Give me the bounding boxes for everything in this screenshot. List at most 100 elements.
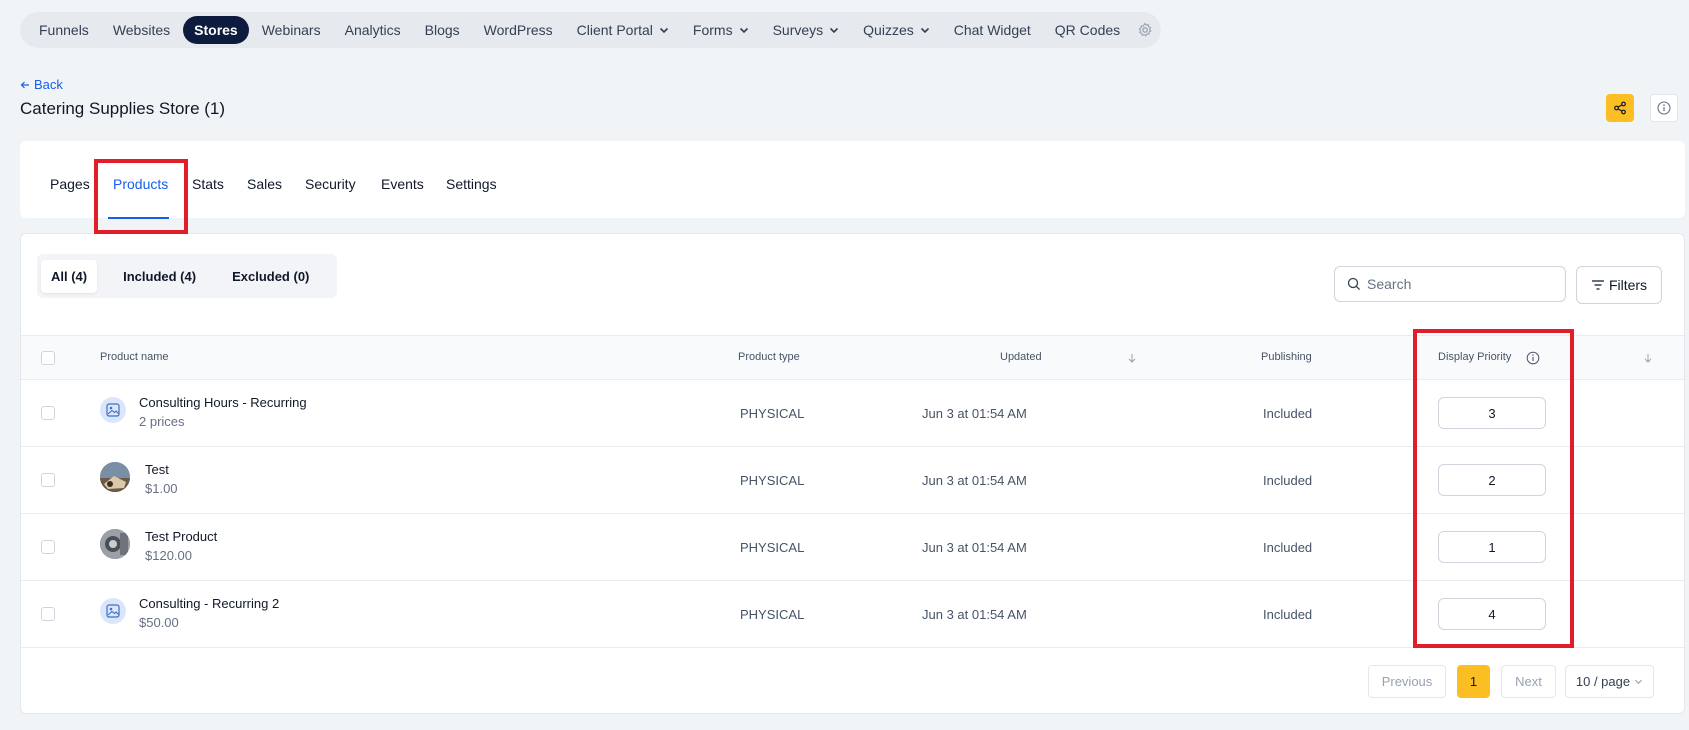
nav-surveys[interactable]: Surveys (762, 16, 851, 44)
product-thumbnail (100, 529, 130, 559)
publishing-status: Included (1263, 473, 1313, 488)
previous-page-button[interactable]: Previous (1368, 665, 1446, 698)
active-tab-indicator (108, 217, 169, 219)
arrow-left-icon (20, 81, 29, 88)
nav-websites[interactable]: Websites (102, 16, 181, 44)
publishing-status: Included (1263, 406, 1313, 421)
page-size-select[interactable]: 10 / page (1565, 665, 1654, 698)
nav-analytics[interactable]: Analytics (334, 16, 412, 44)
tab-sales[interactable]: Sales (247, 176, 282, 192)
share-button[interactable] (1606, 94, 1634, 122)
info-button[interactable] (1650, 94, 1678, 122)
segment-included[interactable]: Included (4) (113, 260, 206, 293)
nav-chat-widget[interactable]: Chat Widget (943, 16, 1042, 44)
product-thumbnail (100, 397, 126, 423)
page-size-label: 10 / page (1575, 674, 1631, 689)
segment-all[interactable]: All (4) (41, 259, 98, 293)
nav-blogs[interactable]: Blogs (414, 16, 471, 44)
display-priority-input[interactable] (1438, 598, 1546, 630)
table-row[interactable]: Consulting Hours - Recurring 2 prices PH… (21, 380, 1684, 447)
search-icon (1347, 277, 1361, 291)
product-subtitle: $1.00 (145, 481, 178, 496)
chevron-down-icon (1635, 679, 1643, 685)
col-publishing: Publishing (1261, 351, 1312, 363)
product-name[interactable]: Consulting - Recurring 2 (139, 596, 279, 611)
nav-wordpress[interactable]: WordPress (473, 16, 564, 44)
updated-date: Jun 3 at 01:54 AM (922, 540, 1027, 555)
page-1-button[interactable]: 1 (1457, 665, 1490, 698)
gear-icon[interactable] (1137, 22, 1153, 38)
col-updated[interactable]: Updated (1000, 351, 1042, 363)
display-priority-input[interactable] (1438, 397, 1546, 429)
product-photo (100, 462, 130, 492)
tab-products[interactable]: Products (113, 176, 168, 192)
table-row[interactable]: Consulting - Recurring 2 $50.00 PHYSICAL… (21, 581, 1684, 648)
display-priority-input[interactable] (1438, 464, 1546, 496)
product-thumbnail (100, 462, 130, 492)
display-priority-input[interactable] (1438, 531, 1546, 563)
tab-stats[interactable]: Stats (192, 176, 224, 192)
search-input[interactable] (1367, 276, 1547, 292)
col-product-name: Product name (100, 351, 169, 363)
row-checkbox[interactable] (41, 540, 55, 554)
image-placeholder-icon (106, 604, 120, 618)
top-nav: Funnels Websites Stores Webinars Analyti… (20, 12, 1162, 48)
updated-date: Jun 3 at 01:54 AM (922, 473, 1027, 488)
tab-events[interactable]: Events (381, 176, 424, 192)
sort-arrow-icon[interactable] (1643, 353, 1653, 363)
nav-label: Stores (194, 22, 238, 38)
info-icon[interactable] (1526, 351, 1540, 365)
image-placeholder-icon (106, 403, 120, 417)
nav-client-portal[interactable]: Client Portal (566, 16, 680, 44)
updated-date: Jun 3 at 01:54 AM (922, 607, 1027, 622)
nav-label: Webinars (261, 22, 321, 38)
nav-quizzes[interactable]: Quizzes (852, 16, 941, 44)
nav-label: Blogs (424, 22, 460, 38)
product-subtitle: $120.00 (145, 548, 192, 563)
tab-settings[interactable]: Settings (446, 176, 497, 192)
row-checkbox[interactable] (41, 473, 55, 487)
nav-webinars[interactable]: Webinars (251, 16, 332, 44)
nav-label: Surveys (772, 22, 824, 38)
nav-label: Client Portal (576, 22, 653, 38)
back-link[interactable]: Back (20, 77, 63, 92)
nav-label: QR Codes (1054, 22, 1121, 38)
filter-icon (1591, 280, 1604, 290)
product-name[interactable]: Test Product (145, 529, 217, 544)
nav-forms[interactable]: Forms (682, 16, 760, 44)
nav-label: Funnels (39, 22, 89, 38)
store-tabs: Pages Products Stats Sales Security Even… (20, 141, 1685, 219)
row-checkbox[interactable] (41, 607, 55, 621)
page-title: Catering Supplies Store (1) (20, 99, 226, 118)
chevron-down-icon (659, 27, 668, 34)
filters-label: Filters (1608, 277, 1648, 293)
product-photo (100, 529, 130, 559)
sort-arrow-icon[interactable] (1127, 353, 1137, 363)
nav-stores[interactable]: Stores (183, 16, 249, 44)
chevron-down-icon (739, 27, 748, 34)
updated-date: Jun 3 at 01:54 AM (922, 406, 1027, 421)
nav-label: Forms (692, 22, 733, 38)
col-display-priority[interactable]: Display Priority (1438, 351, 1511, 363)
tab-security[interactable]: Security (305, 176, 356, 192)
next-page-button[interactable]: Next (1501, 665, 1556, 698)
product-name[interactable]: Test (145, 462, 169, 477)
table-row[interactable]: Test Product $120.00 PHYSICAL Jun 3 at 0… (21, 514, 1684, 581)
nav-label: Websites (112, 22, 171, 38)
product-name[interactable]: Consulting Hours - Recurring (139, 395, 307, 410)
product-filter-segments: All (4) Included (4) Excluded (0) (37, 254, 337, 298)
nav-label: Quizzes (863, 22, 914, 38)
product-subtitle: 2 prices (139, 414, 185, 429)
info-icon (1657, 101, 1671, 115)
segment-excluded[interactable]: Excluded (0) (222, 260, 319, 293)
select-all-checkbox[interactable] (41, 351, 55, 365)
product-type: PHYSICAL (740, 406, 805, 421)
row-checkbox[interactable] (41, 406, 55, 420)
filters-button[interactable]: Filters (1576, 266, 1662, 304)
nav-label: Chat Widget (953, 22, 1031, 38)
table-row[interactable]: Test $1.00 PHYSICAL Jun 3 at 01:54 AM In… (21, 447, 1684, 514)
nav-label: WordPress (483, 22, 553, 38)
tab-pages[interactable]: Pages (50, 176, 90, 192)
nav-funnels[interactable]: Funnels (28, 16, 100, 44)
nav-qr-codes[interactable]: QR Codes (1044, 16, 1131, 44)
